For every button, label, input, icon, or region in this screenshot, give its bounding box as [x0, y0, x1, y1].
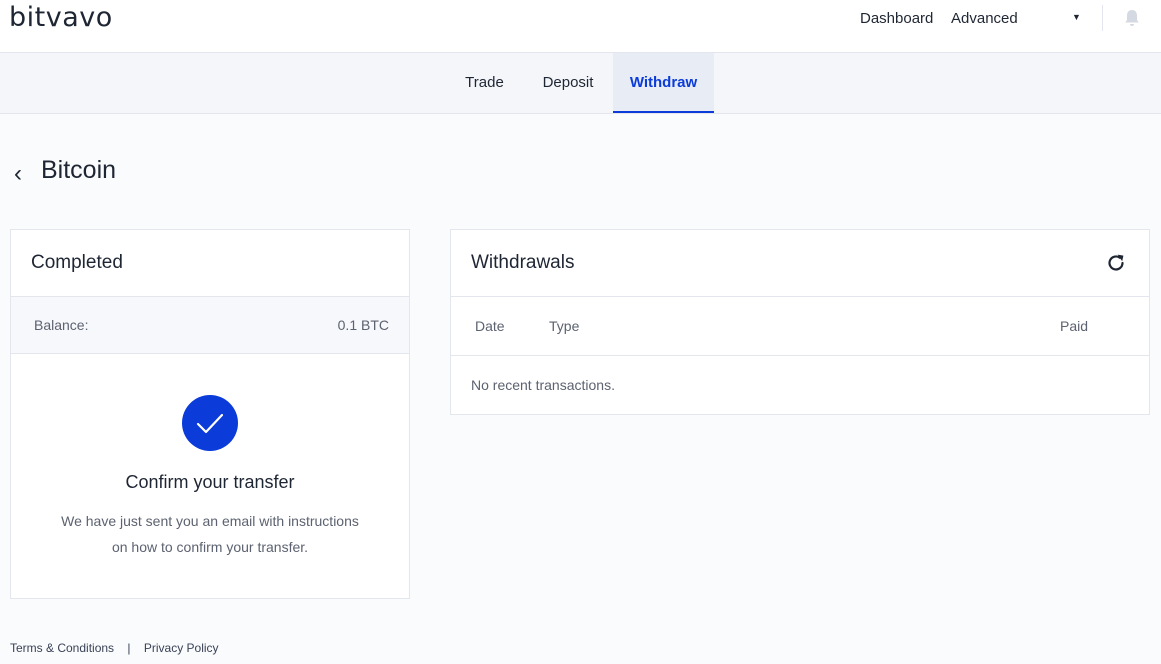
- withdrawals-card-header: Withdrawals: [451, 230, 1149, 297]
- privacy-link[interactable]: Privacy Policy: [144, 641, 219, 655]
- top-bar: bitvavo Dashboard Advanced ▼: [0, 0, 1161, 53]
- withdrawals-title: Withdrawals: [471, 252, 575, 273]
- confirm-transfer-text: We have just sent you an email with inst…: [11, 508, 409, 560]
- column-header-paid[interactable]: Paid: [1060, 318, 1088, 334]
- withdrawals-table-header: Date Type Paid: [451, 297, 1149, 356]
- balance-row: Balance: 0.1 BTC: [11, 297, 409, 354]
- footer-separator: |: [127, 641, 131, 655]
- topbar-divider: [1102, 5, 1103, 31]
- withdrawals-card: Withdrawals Date Type Paid No recent tra…: [450, 229, 1150, 415]
- bell-icon[interactable]: [1124, 9, 1140, 27]
- empty-state-row: No recent transactions.: [451, 356, 1149, 414]
- footer: Terms & Conditions | Privacy Policy: [10, 641, 219, 655]
- status-card-header: Completed: [11, 230, 409, 297]
- tab-trade[interactable]: Trade: [446, 53, 523, 113]
- caret-down-icon[interactable]: ▼: [1072, 12, 1081, 22]
- refresh-icon[interactable]: [1105, 252, 1127, 274]
- confirm-transfer-title: Confirm your transfer: [125, 472, 295, 492]
- bitvavo-logo[interactable]: bitvavo: [9, 2, 113, 33]
- tab-withdraw[interactable]: Withdraw: [613, 53, 714, 113]
- wallet-tab-bar: Trade Deposit Withdraw: [0, 53, 1161, 114]
- balance-value: 0.1 BTC: [337, 317, 389, 333]
- balance-label: Balance:: [34, 317, 89, 333]
- column-header-date[interactable]: Date: [475, 318, 505, 334]
- column-header-type[interactable]: Type: [549, 318, 579, 334]
- nav-dashboard-link[interactable]: Dashboard: [860, 10, 933, 27]
- tab-deposit[interactable]: Deposit: [523, 53, 613, 113]
- check-icon: [182, 395, 238, 451]
- terms-link[interactable]: Terms & Conditions: [10, 641, 114, 655]
- confirm-text-line-1: We have just sent you an email with inst…: [61, 513, 359, 529]
- empty-state-message: No recent transactions.: [471, 377, 615, 393]
- confirm-text-line-2: on how to confirm your transfer.: [111, 539, 309, 555]
- page-title: Bitcoin: [41, 156, 117, 184]
- withdrawal-status-card: Completed Balance: 0.1 BTC Confirm your …: [10, 229, 410, 599]
- chevron-left-icon[interactable]: ‹: [14, 160, 22, 188]
- nav-advanced-link[interactable]: Advanced: [951, 10, 1018, 27]
- status-title: Completed: [31, 252, 123, 273]
